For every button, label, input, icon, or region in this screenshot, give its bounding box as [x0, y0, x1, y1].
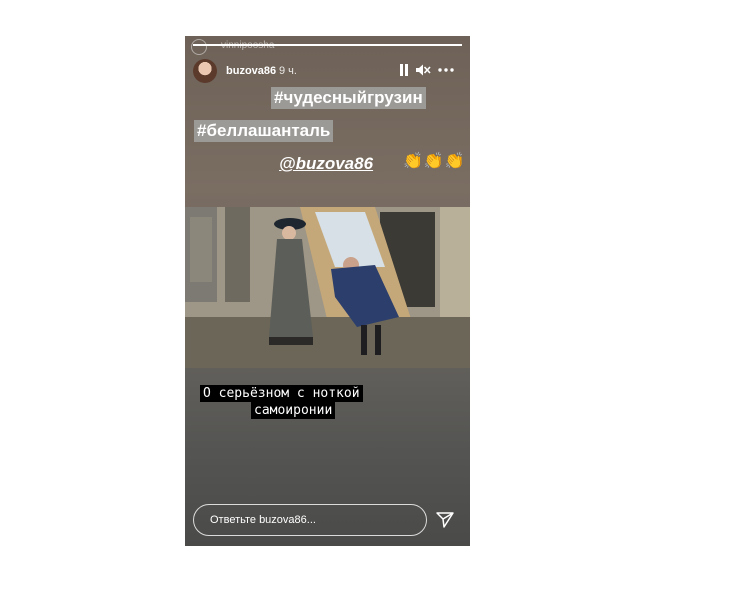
mention-buzova86[interactable]: @buzova86 [276, 153, 376, 175]
caption-line-2: самоиронии [251, 402, 336, 419]
story-username[interactable]: buzova86 [226, 65, 276, 77]
avatar[interactable] [193, 59, 217, 83]
paper-plane-icon[interactable] [435, 510, 455, 530]
pause-icon[interactable] [399, 63, 409, 80]
reply-placeholder: Ответьте buzova86... [210, 514, 316, 526]
story-viewer[interactable]: vinnipoosha buzova86 9 ч. #чудесныйгрузи… [185, 36, 470, 546]
speaker-muted-icon[interactable] [415, 63, 431, 80]
clapping-hands-emoji: 👏👏👏 [403, 153, 466, 170]
reply-input[interactable]: Ответьте buzova86... [193, 504, 427, 536]
hashtag-bellashantal[interactable]: #беллашанталь [194, 120, 334, 142]
hashtag-chudesnyigruzin[interactable]: #чудесныйгрузин [271, 87, 426, 109]
story-time: 9 ч. [279, 65, 297, 77]
more-horizontal-icon[interactable] [437, 63, 455, 80]
stage-scene-image [185, 207, 470, 368]
caption-line-1: О серьёзном с ноткой [200, 385, 363, 402]
story-photo-stage [185, 207, 470, 368]
watermark-icon [191, 39, 207, 55]
watermark-text: vinnipoosha [221, 40, 275, 51]
